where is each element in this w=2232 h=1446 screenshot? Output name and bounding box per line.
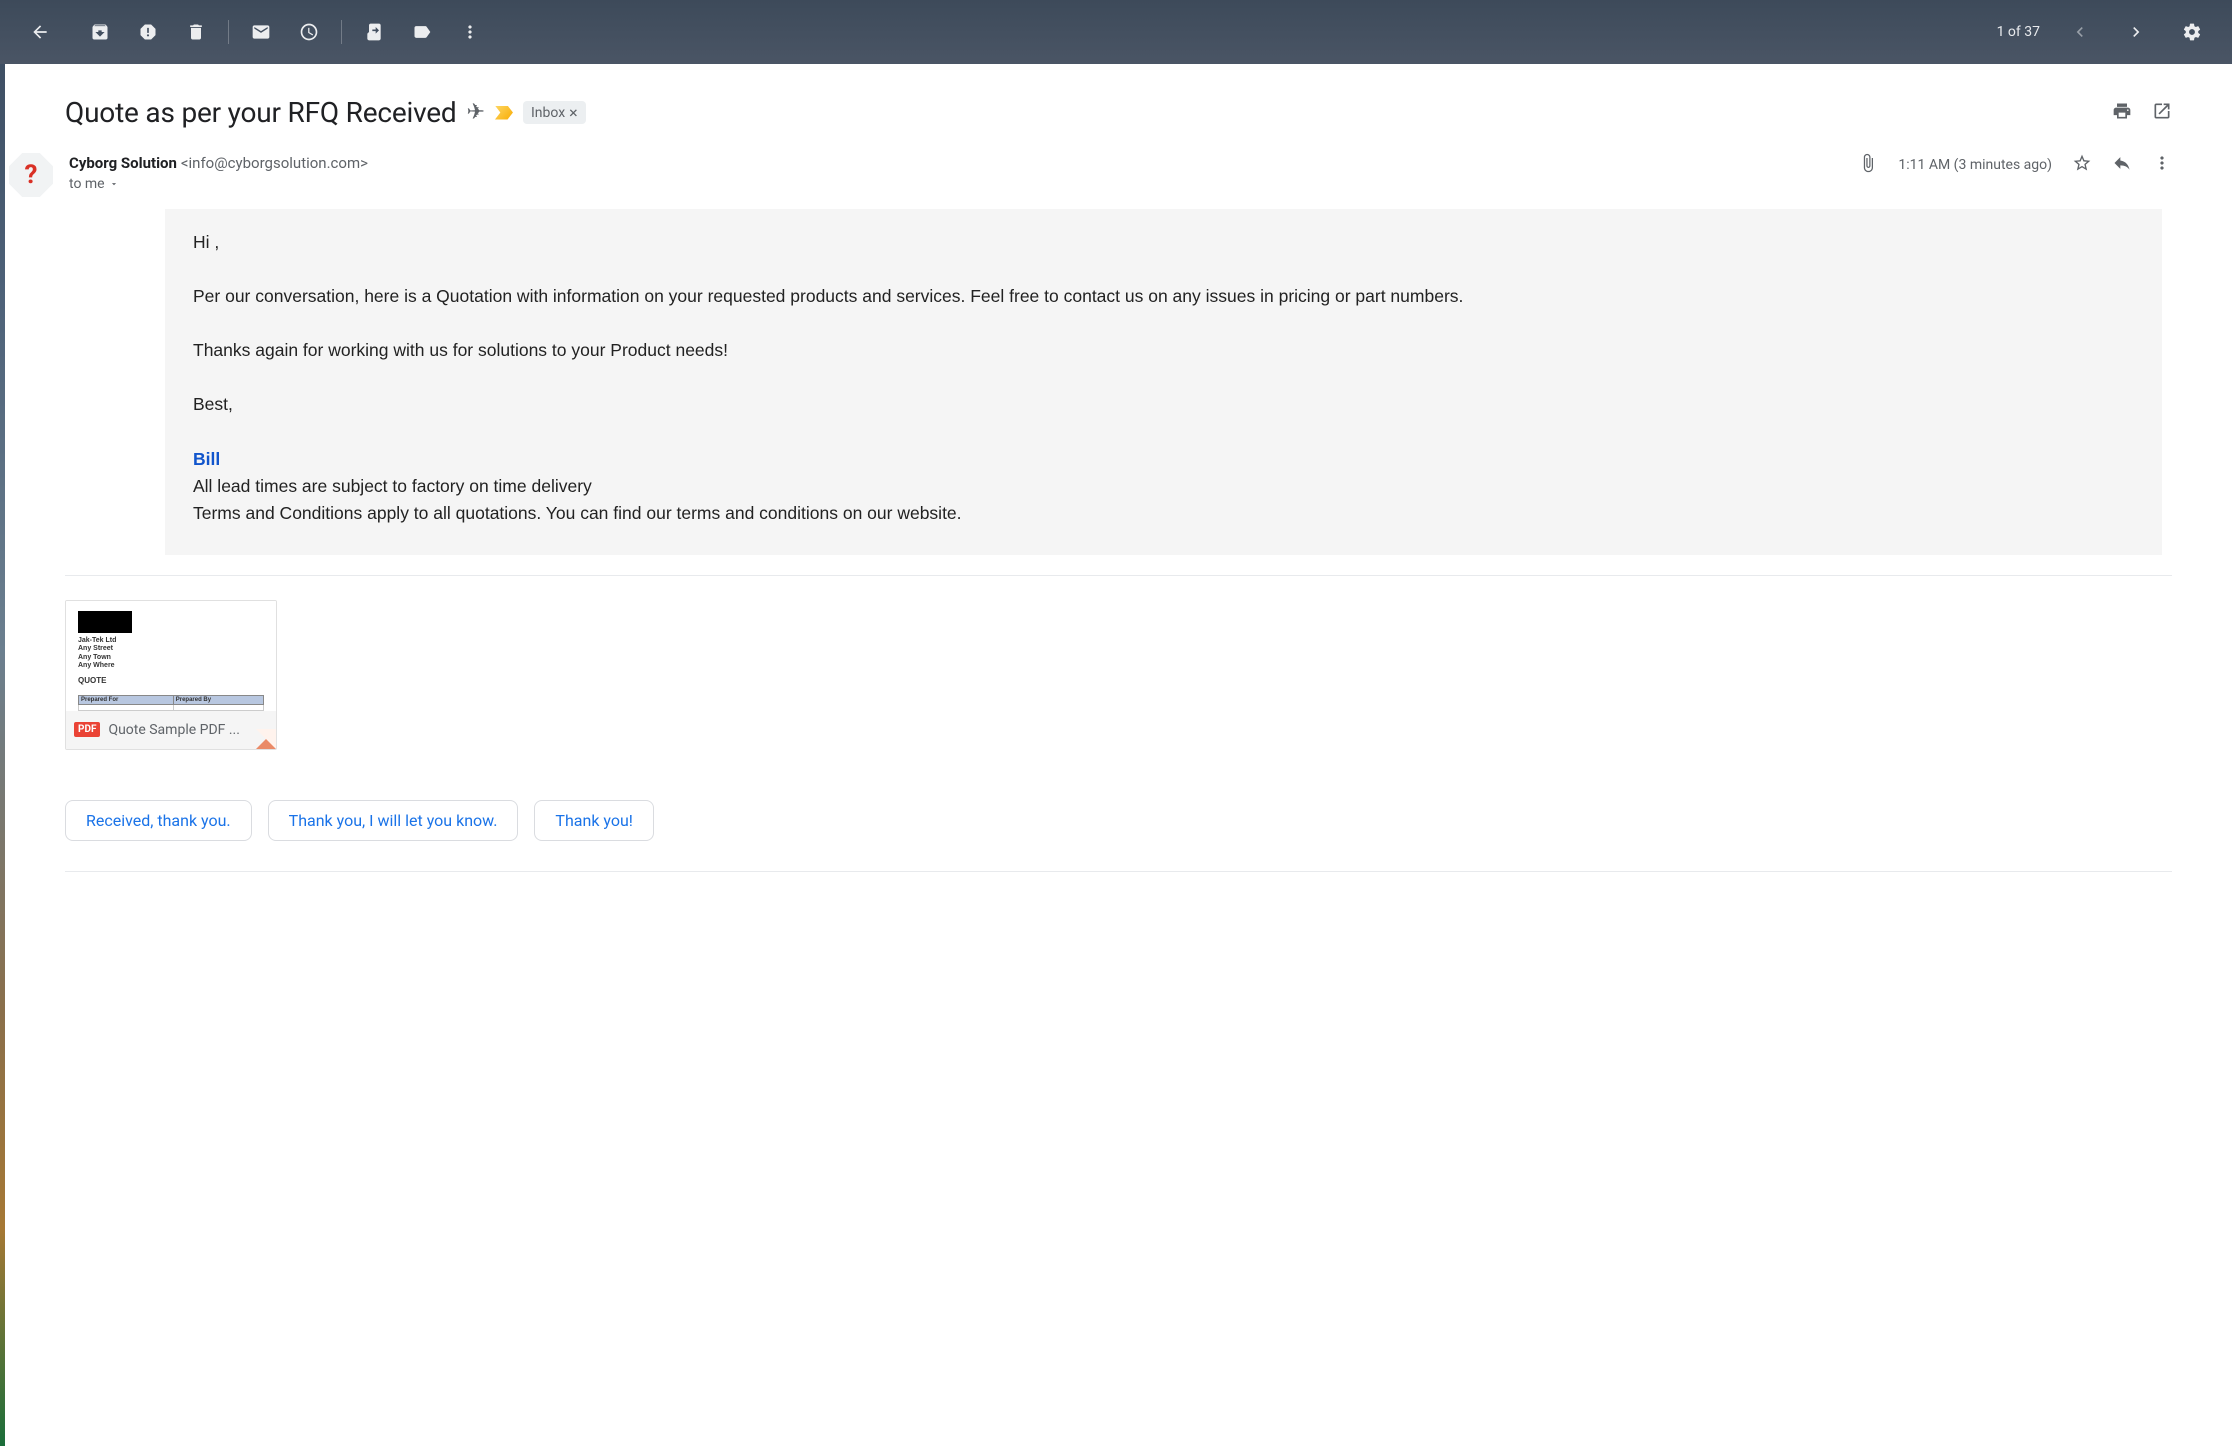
labels-button[interactable] <box>398 8 446 56</box>
important-marker-icon[interactable] <box>495 106 513 120</box>
body-p2: Thanks again for working with us for sol… <box>193 337 2134 364</box>
signature-name: Bill <box>193 449 220 469</box>
more-button[interactable] <box>446 8 494 56</box>
sender-email: <info@cyborgsolution.com> <box>181 154 368 172</box>
body-greeting: Hi , <box>193 229 2134 256</box>
mark-unread-button[interactable] <box>237 8 285 56</box>
older-button[interactable] <box>2112 8 2160 56</box>
email-subject: Quote as per your RFQ Received <box>65 96 457 129</box>
smart-reply-2[interactable]: Thank you, I will let you know. <box>268 800 519 841</box>
label-text: Inbox <box>531 105 565 121</box>
inbox-label-chip[interactable]: Inbox × <box>523 101 586 124</box>
page-counter: 1 of 37 <box>1997 24 2040 40</box>
divider <box>65 575 2172 576</box>
snooze-button[interactable] <box>285 8 333 56</box>
fold-corner-icon <box>256 729 276 749</box>
smart-reply-3[interactable]: Thank you! <box>534 800 654 841</box>
star-button[interactable] <box>2072 153 2092 177</box>
recipient-dropdown[interactable]: to me <box>69 176 368 192</box>
print-button[interactable] <box>2112 101 2132 125</box>
archive-button[interactable] <box>76 8 124 56</box>
action-toolbar: 1 of 37 <box>0 0 2232 64</box>
body-p1: Per our conversation, here is a Quotatio… <box>193 283 2134 310</box>
smart-reply-row: Received, thank you. Thank you, I will l… <box>65 800 2172 841</box>
newer-button[interactable] <box>2056 8 2104 56</box>
message-more-button[interactable] <box>2152 153 2172 177</box>
smart-reply-1[interactable]: Received, thank you. <box>65 800 252 841</box>
disclaimer-1: All lead times are subject to factory on… <box>193 473 2134 500</box>
attachment-filename: Quote Sample PDF ... <box>108 722 268 738</box>
bottom-divider <box>65 871 2172 872</box>
chevron-down-icon <box>109 179 119 189</box>
remove-label-icon[interactable]: × <box>569 103 578 122</box>
reply-button[interactable] <box>2112 153 2132 177</box>
pdf-badge: PDF <box>74 722 100 737</box>
sender-name[interactable]: Cyborg Solution <box>69 154 177 172</box>
open-new-window-button[interactable] <box>2152 101 2172 125</box>
spam-button[interactable] <box>124 8 172 56</box>
disclaimer-2: Terms and Conditions apply to all quotat… <box>193 500 2134 527</box>
sender-avatar: ? <box>9 153 53 197</box>
email-timestamp: 1:11 AM (3 minutes ago) <box>1898 157 2052 173</box>
attachment-card[interactable]: Jak-Tek Ltd Any Street Any Town Any Wher… <box>65 600 277 750</box>
delete-button[interactable] <box>172 8 220 56</box>
email-body: Hi , Per our conversation, here is a Quo… <box>165 209 2162 555</box>
back-button[interactable] <box>16 8 64 56</box>
move-to-button[interactable] <box>350 8 398 56</box>
body-closing: Best, <box>193 391 2134 418</box>
settings-button[interactable] <box>2168 8 2216 56</box>
attachment-preview: Jak-Tek Ltd Any Street Any Town Any Wher… <box>66 601 276 711</box>
plane-icon: ✈ <box>467 100 485 125</box>
attachment-indicator-icon[interactable] <box>1858 153 1878 177</box>
